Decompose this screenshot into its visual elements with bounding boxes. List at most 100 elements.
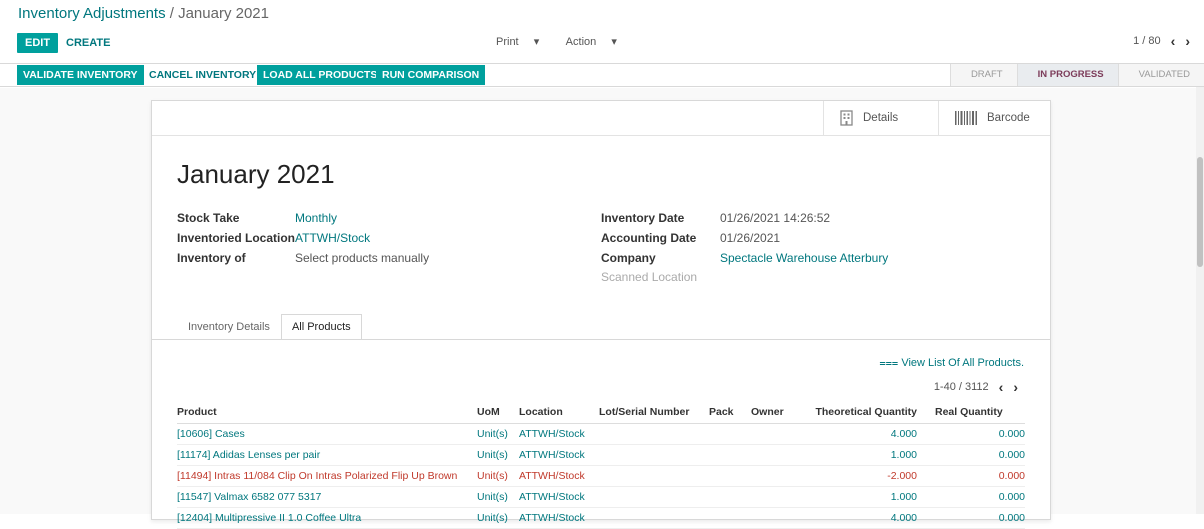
form-sheet: Details Barcode January 2021 Stock Take … xyxy=(151,100,1051,529)
cell-owner xyxy=(751,486,813,508)
next-arrow-icon[interactable]: › xyxy=(1185,33,1190,49)
cell-real-quantity[interactable]: 0.000 xyxy=(917,507,1025,529)
field-label-company: Company xyxy=(601,251,656,265)
previous-arrow-icon[interactable]: ‹ xyxy=(999,379,1004,395)
column-header-real-quantity[interactable]: Real Quantity xyxy=(917,401,1025,424)
column-header-lot-serial[interactable]: Lot/Serial Number xyxy=(599,401,709,424)
stage-draft[interactable]: DRAFT xyxy=(949,64,1017,86)
scrollbar-thumb[interactable] xyxy=(1197,157,1203,267)
cell-uom: Unit(s) xyxy=(477,507,519,529)
table-row[interactable]: [10606] Cases Unit(s) ATTWH/Stock 4.000 … xyxy=(177,423,1025,445)
table-row[interactable]: [11547] Valmax 6582 077 5317 Unit(s) ATT… xyxy=(177,486,1025,508)
caret-down-icon: ▾ xyxy=(533,36,540,48)
action-menus: Print ▾ Action ▾ xyxy=(496,35,641,48)
cell-real-quantity[interactable]: 0.000 xyxy=(917,423,1025,445)
cell-theoretical-quantity: -2.000 xyxy=(813,465,917,487)
cell-location[interactable]: ATTWH/Stock xyxy=(519,444,599,466)
field-value-inventory-of: Select products manually xyxy=(295,251,430,265)
cell-lot xyxy=(599,507,709,529)
field-label-scanned-location: Scanned Location xyxy=(601,270,698,284)
cell-real-quantity[interactable]: 0.000 xyxy=(917,444,1025,466)
field-value-stock-take[interactable]: Monthly xyxy=(295,211,337,225)
cell-owner xyxy=(751,444,813,466)
table-header-row: Product UoM Location Lot/Serial Number P… xyxy=(177,401,1025,424)
caret-down-icon: ▾ xyxy=(611,36,617,48)
cell-product[interactable]: [11174] Adidas Lenses per pair xyxy=(177,444,477,466)
cell-location[interactable]: ATTWH/Stock xyxy=(519,423,599,445)
action-menu[interactable]: Action ▾ xyxy=(566,36,629,48)
control-panel: Inventory Adjustments / January 2021 EDI… xyxy=(0,0,1204,64)
view-list-link[interactable]: ⩶ View List Of All Products. xyxy=(879,357,1024,370)
breadcrumb-current: January 2021 xyxy=(178,5,269,22)
form-statusbar: VALIDATE INVENTORY CANCEL INVENTORY LOAD… xyxy=(0,64,1204,87)
cell-real-quantity[interactable]: 0.000 xyxy=(917,465,1025,487)
cell-product[interactable]: [10606] Cases xyxy=(177,423,477,445)
cell-location[interactable]: ATTWH/Stock xyxy=(519,507,599,529)
stage-in-progress[interactable]: IN PROGRESS xyxy=(1016,64,1118,86)
page-scrollbar[interactable] xyxy=(1196,87,1204,514)
lines-pager-value[interactable]: 1-40 / 3112 xyxy=(934,381,989,393)
barcode-button[interactable]: Barcode xyxy=(938,101,1050,135)
tab-all-products[interactable]: All Products xyxy=(280,314,362,340)
field-value-company[interactable]: Spectacle Warehouse Atterbury xyxy=(720,251,888,265)
record-pager-value[interactable]: 1 / 80 xyxy=(1133,35,1161,47)
tab-divider xyxy=(152,339,1050,340)
cell-location[interactable]: ATTWH/Stock xyxy=(519,465,599,487)
cell-pack xyxy=(709,444,751,466)
cell-lot xyxy=(599,465,709,487)
cell-product[interactable]: [11547] Valmax 6582 077 5317 xyxy=(177,486,477,508)
lines-pager: 1-40 / 3112 ‹ › xyxy=(934,379,1018,395)
cell-product[interactable]: [12404] Multipressive II 1.0 Coffee Ultr… xyxy=(177,507,477,529)
cell-lot xyxy=(599,444,709,466)
print-menu-label: Print xyxy=(496,36,519,48)
field-value-inventory-date: 01/26/2021 14:26:52 xyxy=(720,211,831,225)
table-row[interactable]: [11174] Adidas Lenses per pair Unit(s) A… xyxy=(177,444,1025,466)
cell-real-quantity[interactable]: 0.000 xyxy=(917,486,1025,508)
cell-uom: Unit(s) xyxy=(477,486,519,508)
cell-pack xyxy=(709,507,751,529)
create-button[interactable]: CREATE xyxy=(66,33,110,53)
field-label-stock-take: Stock Take xyxy=(177,211,240,225)
smart-button-box: Details Barcode xyxy=(152,101,1050,136)
validate-inventory-button[interactable]: VALIDATE INVENTORY xyxy=(17,65,144,85)
cancel-inventory-button[interactable]: CANCEL INVENTORY xyxy=(143,65,262,85)
next-arrow-icon[interactable]: › xyxy=(1013,379,1018,395)
table-row[interactable]: [11494] Intras 11/084 Clip On Intras Pol… xyxy=(177,465,1025,487)
barcode-icon xyxy=(955,111,977,125)
record-pager: 1 / 80 ‹ › xyxy=(1133,33,1190,49)
field-label-inventoried-location: Inventoried Location xyxy=(177,231,296,245)
cell-product[interactable]: [11494] Intras 11/084 Clip On Intras Pol… xyxy=(177,465,477,487)
details-button[interactable]: Details xyxy=(823,101,939,135)
view-list-label: View List Of All Products. xyxy=(901,357,1024,369)
building-icon xyxy=(840,110,853,126)
cell-owner xyxy=(751,423,813,445)
stage-validated[interactable]: VALIDATED xyxy=(1117,64,1204,86)
cell-owner xyxy=(751,507,813,529)
cell-uom: Unit(s) xyxy=(477,444,519,466)
cell-theoretical-quantity: 1.000 xyxy=(813,444,917,466)
status-stages: DRAFT IN PROGRESS VALIDATED xyxy=(949,64,1204,86)
column-header-uom[interactable]: UoM xyxy=(477,401,519,424)
inventory-lines-table: Product UoM Location Lot/Serial Number P… xyxy=(177,401,1025,529)
tab-inventory-details[interactable]: Inventory Details xyxy=(177,314,281,340)
breadcrumb-parent-link[interactable]: Inventory Adjustments xyxy=(18,5,166,22)
cell-location[interactable]: ATTWH/Stock xyxy=(519,486,599,508)
previous-arrow-icon[interactable]: ‹ xyxy=(1171,33,1176,49)
print-menu[interactable]: Print ▾ xyxy=(496,36,551,48)
load-all-products-button[interactable]: LOAD ALL PRODUCTS xyxy=(257,65,384,85)
field-label-accounting-date: Accounting Date xyxy=(601,231,697,245)
run-comparison-button[interactable]: RUN COMPARISON xyxy=(376,65,486,85)
cell-theoretical-quantity: 4.000 xyxy=(813,507,917,529)
cell-uom: Unit(s) xyxy=(477,423,519,445)
column-header-pack[interactable]: Pack xyxy=(709,401,751,424)
edit-button[interactable]: EDIT xyxy=(17,33,59,53)
field-value-inventoried-location[interactable]: ATTWH/Stock xyxy=(295,231,370,245)
column-header-owner[interactable]: Owner xyxy=(751,401,813,424)
column-header-theoretical-quantity[interactable]: Theoretical Quantity xyxy=(813,401,917,424)
column-header-location[interactable]: Location xyxy=(519,401,599,424)
list-icon: ⩶ xyxy=(879,357,899,369)
details-label: Details xyxy=(863,112,899,124)
table-row[interactable]: [12404] Multipressive II 1.0 Coffee Ultr… xyxy=(177,507,1025,529)
column-header-product[interactable]: Product xyxy=(177,401,477,424)
action-menu-label: Action xyxy=(565,36,597,48)
